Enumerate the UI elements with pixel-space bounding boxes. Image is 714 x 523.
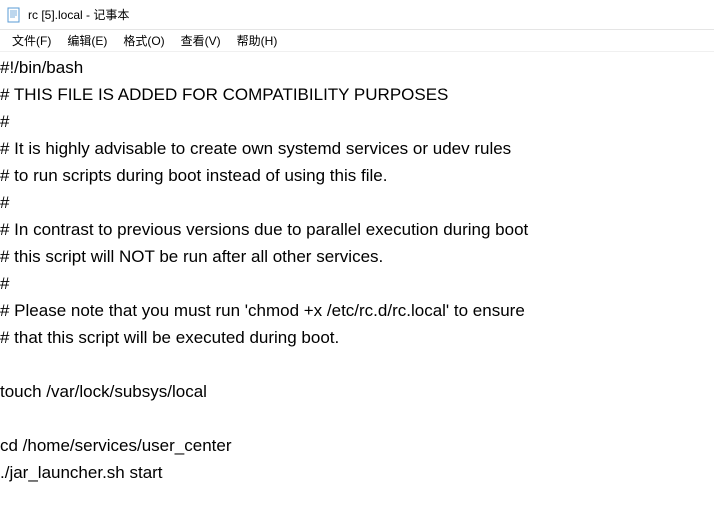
- menu-edit[interactable]: 编辑(E): [59, 30, 115, 51]
- titlebar: rc [5].local - 记事本: [0, 0, 714, 30]
- menu-help[interactable]: 帮助(H): [229, 30, 286, 51]
- notepad-icon: [6, 7, 22, 23]
- window-title: rc [5].local - 记事本: [28, 6, 129, 23]
- menu-view[interactable]: 查看(V): [173, 30, 229, 51]
- menu-format[interactable]: 格式(O): [115, 30, 172, 51]
- text-editor[interactable]: #!/bin/bash # THIS FILE IS ADDED FOR COM…: [0, 52, 714, 486]
- menubar: 文件(F) 编辑(E) 格式(O) 查看(V) 帮助(H): [0, 30, 714, 52]
- menu-file[interactable]: 文件(F): [4, 30, 59, 51]
